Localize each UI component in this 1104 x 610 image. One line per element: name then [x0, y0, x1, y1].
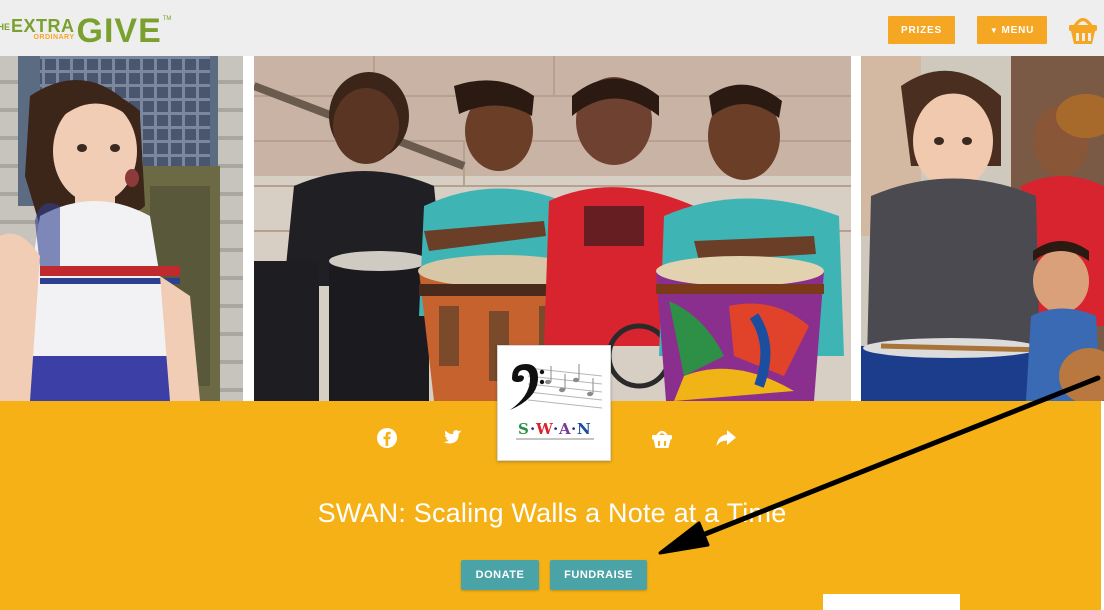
menu-label: MENU — [1001, 24, 1035, 36]
fundraise-label: FUNDRAISE — [564, 569, 633, 581]
svg-text:·: · — [553, 420, 558, 438]
donate-button[interactable]: DONATE — [461, 560, 539, 590]
prizes-button[interactable]: PRIZES — [888, 16, 955, 44]
extragive-logo[interactable]: THE EXTRA ORDINARY GIVE TM — [0, 10, 172, 50]
logo-extra-stack: EXTRA ORDINARY — [11, 17, 75, 42]
share-icon[interactable] — [714, 426, 738, 450]
logo-the-text: THE — [0, 22, 10, 32]
menu-button[interactable]: ▼ MENU — [977, 16, 1047, 44]
svg-text:W: W — [535, 420, 554, 438]
logo-extra-text: EXTRA — [11, 16, 75, 36]
svg-text:·: · — [530, 420, 535, 438]
prizes-label: PRIZES — [901, 24, 942, 36]
site-header: THE EXTRA ORDINARY GIVE TM PRIZES ▼ MENU — [0, 0, 1104, 56]
photo-girl-singing — [0, 56, 243, 401]
fundraise-button[interactable]: FUNDRAISE — [550, 560, 647, 590]
logo-ordinary-text: ORDINARY — [33, 34, 75, 41]
svg-text:·: · — [571, 420, 576, 438]
donate-label: DONATE — [475, 569, 525, 581]
basket-icon[interactable] — [650, 426, 674, 450]
org-logo[interactable]: S · W · A · N — [497, 345, 611, 461]
logo-give-text: GIVE — [76, 12, 162, 50]
svg-text:N: N — [577, 420, 591, 438]
bottom-white-panel — [823, 594, 960, 610]
basket-icon[interactable] — [1067, 12, 1099, 46]
facebook-icon[interactable] — [375, 426, 399, 450]
logo-tm-text: TM — [162, 16, 172, 22]
svg-text:S: S — [518, 420, 529, 438]
triangle-down-icon: ▼ — [989, 25, 999, 35]
svg-text:A: A — [558, 420, 571, 438]
project-title: SWAN: Scaling Walls a Note at a Time — [317, 498, 787, 528]
twitter-icon[interactable] — [440, 426, 464, 450]
photo-boy-drumming — [861, 56, 1104, 401]
